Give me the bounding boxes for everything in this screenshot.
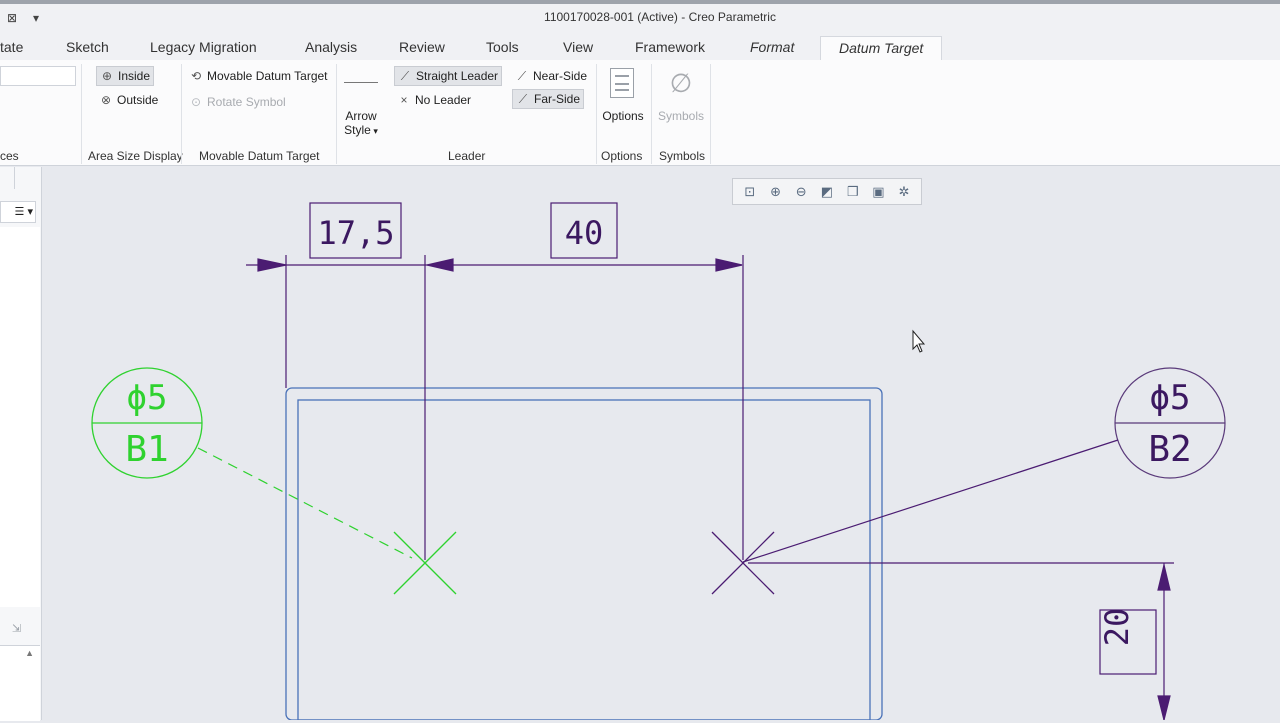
drawing-canvas[interactable]: 17,5 40 20 ϕ5 B1 ϕ5 B2 (43, 167, 1280, 721)
datum-target-b2[interactable]: ϕ5 B2 (711, 367, 1226, 595)
tab-sketch[interactable]: Sketch (66, 36, 109, 60)
far-side-label: Far-Side (534, 92, 581, 106)
outside-icon: ⊗ (100, 93, 112, 107)
near-side-label: Near-Side (533, 69, 588, 83)
arrow-style-label-1: Arrow (345, 109, 377, 123)
scroll-up-icon[interactable]: ▲ (25, 648, 34, 658)
detail-area: ▲ (0, 645, 40, 721)
arrow-style-icon (344, 82, 378, 83)
group-label-references: ces (0, 149, 19, 163)
outside-button[interactable]: ⊗ Outside (96, 90, 161, 110)
list-icon: ☰ (14, 206, 25, 218)
no-leader-icon: × (400, 93, 408, 107)
options-button[interactable]: Options (600, 109, 646, 123)
tab-view[interactable]: View (563, 36, 593, 60)
rotate-symbol-label: Rotate Symbol (207, 95, 286, 109)
zoom-out-icon[interactable]: ⊖ (791, 182, 811, 202)
rotate-symbol-button[interactable]: ⊙ Rotate Symbol (186, 92, 289, 112)
far-side-icon: ⟋ (518, 92, 528, 106)
rotate-symbol-icon: ⊙ (190, 95, 202, 109)
inside-label: Inside (118, 69, 151, 83)
group-label-leader: Leader (448, 149, 486, 163)
window-title: 1100170028-001 (Active) - Creo Parametri… (544, 10, 776, 24)
options-icon (610, 68, 634, 98)
inside-icon: ⊕ (101, 69, 113, 83)
symbols-icon: ∅ (669, 68, 693, 98)
tab-analysis[interactable]: Analysis (305, 36, 357, 60)
straight-leader-label: Straight Leader (416, 69, 499, 83)
tab-tools[interactable]: Tools (486, 36, 519, 60)
tab-framework[interactable]: Framework (635, 36, 705, 60)
tree-area (0, 227, 40, 607)
tab-review[interactable]: Review (399, 36, 445, 60)
collapse-icon[interactable]: ⇲ (12, 622, 30, 638)
movable-label: Movable Datum Target (207, 69, 328, 83)
datum-target-b1[interactable]: ϕ5 B1 (91, 367, 457, 595)
group-label-options: Options (601, 149, 643, 163)
tab-simulate[interactable]: tate (0, 36, 23, 60)
drawing-svg: 17,5 40 20 ϕ5 B1 ϕ5 B2 (91, 202, 1226, 721)
part-outline[interactable] (285, 387, 883, 721)
tab-format[interactable]: Format (750, 36, 794, 60)
movable-datum-target-button[interactable]: ⟲ Movable Datum Target (186, 66, 331, 86)
movable-icon: ⟲ (190, 69, 202, 83)
panel-tab-s[interactable] (0, 167, 15, 189)
ribbon-tabs: tate Sketch Legacy Migration Analysis Re… (0, 36, 1280, 60)
mouse-cursor-icon (912, 329, 926, 353)
refit-icon[interactable]: ⊡ (740, 182, 760, 202)
b2-size-label: ϕ5 (1150, 378, 1191, 418)
b1-size-label: ϕ5 (127, 378, 168, 418)
far-side-button[interactable]: ⟋ Far-Side (512, 89, 585, 109)
dimension-40-label[interactable]: 40 (565, 214, 604, 252)
no-leader-label: No Leader (415, 93, 472, 107)
near-side-button[interactable]: ⟋ Near-Side (512, 66, 590, 86)
outside-label: Outside (117, 93, 159, 107)
orient-icon[interactable]: ❒ (843, 182, 863, 202)
symbols-button[interactable]: Symbols (655, 109, 707, 123)
model-tree-panel: ☰ ▾ ⇲ ▲ (0, 167, 42, 721)
zoom-in-icon[interactable]: ⊕ (766, 182, 786, 202)
inside-button[interactable]: ⊕ Inside (96, 66, 155, 86)
references-field[interactable] (0, 66, 76, 86)
dimension-17-5-label[interactable]: 17,5 (317, 214, 394, 252)
group-label-symbols: Symbols (659, 149, 706, 163)
ribbon: ces ⊕ Inside ⊗ Outside Area Size Display… (0, 60, 1280, 166)
tab-legacy-migration[interactable]: Legacy Migration (150, 36, 257, 60)
straight-leader-button[interactable]: ⟋ Straight Leader (394, 66, 503, 86)
group-label-area-size: Area Size Display (88, 149, 183, 163)
straight-leader-icon: ⟋ (400, 69, 410, 83)
near-side-icon: ⟋ (517, 69, 527, 83)
dimension-geometry (246, 202, 1174, 721)
repaint-icon[interactable]: ◩ (817, 182, 837, 202)
dimension-20-label[interactable]: 20 (1098, 608, 1136, 647)
display-toggle-icon[interactable]: ✲ (894, 182, 914, 202)
chevron-down-icon: ▾ (370, 126, 378, 136)
b2-label: B2 (1148, 429, 1191, 470)
no-leader-button[interactable]: × No Leader (394, 90, 474, 110)
arrow-style-button[interactable]: Arrow Style ▾ (341, 109, 381, 137)
group-label-movable: Movable Datum Target (199, 149, 320, 163)
tab-datum-target[interactable]: Datum Target (820, 36, 943, 60)
tree-filter-dropdown[interactable]: ☰ ▾ (0, 201, 36, 223)
view-toolbar: ⊡ ⊕ ⊖ ◩ ❒ ▣ ✲ (732, 178, 922, 205)
b1-label: B1 (125, 429, 168, 470)
saved-views-icon[interactable]: ▣ (868, 182, 888, 202)
arrow-style-label-2: Style (344, 123, 371, 137)
